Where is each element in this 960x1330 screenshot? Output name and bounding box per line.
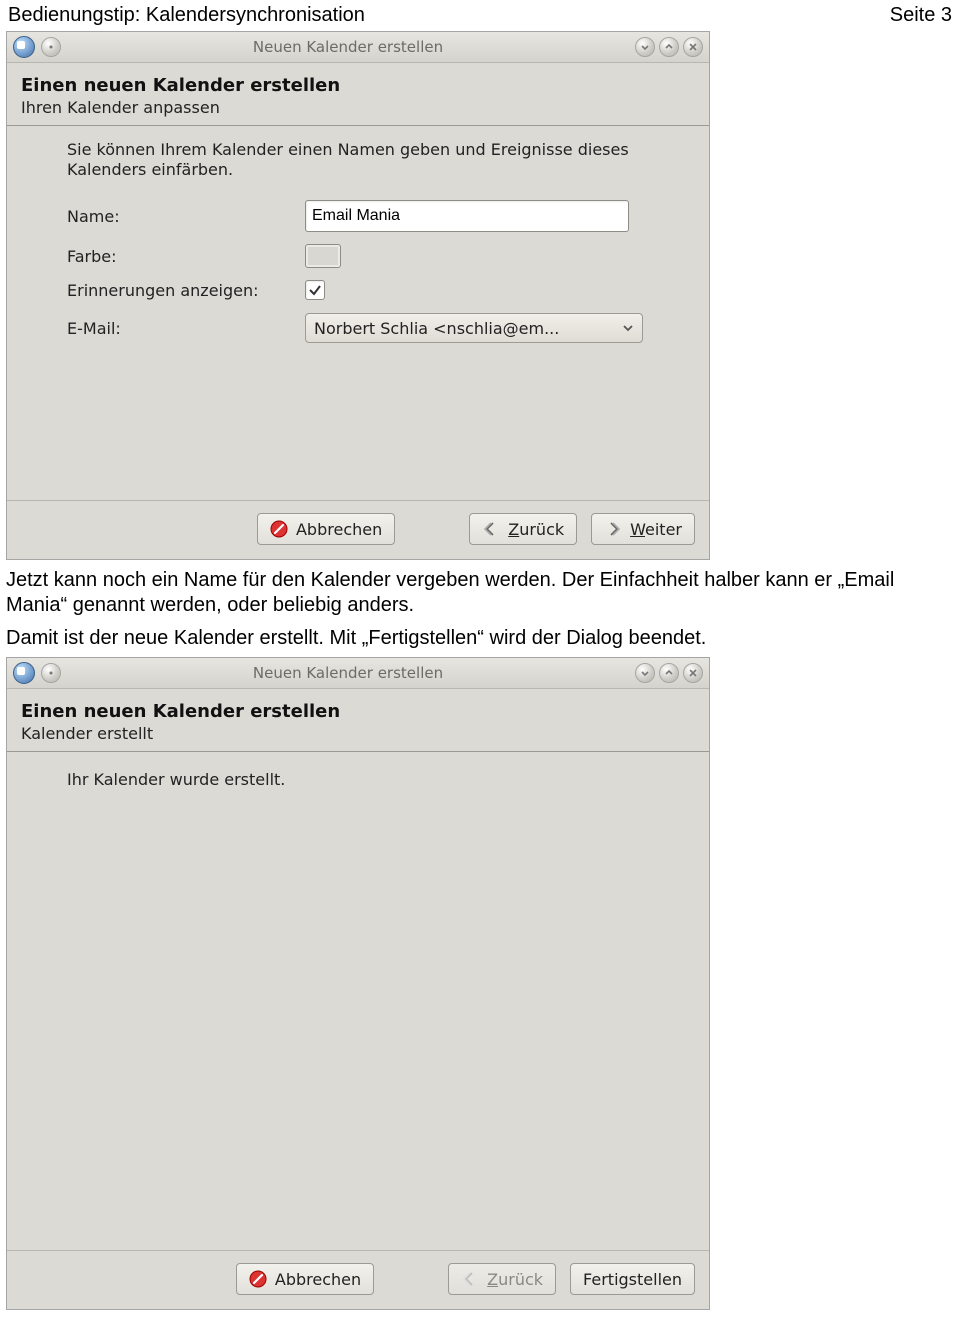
dialog-footer: Abbrechen Zurück Weiter	[7, 500, 709, 559]
dialog-message: Ihr Kalender wurde erstellt.	[67, 770, 709, 790]
calendar-wizard-step-done: Neuen Kalender erstellen Einen neuen Kal…	[6, 657, 710, 1310]
window-menu-icon[interactable]	[41, 37, 61, 57]
back-button[interactable]: Zurück	[469, 513, 577, 545]
titlebar[interactable]: Neuen Kalender erstellen	[7, 32, 709, 63]
thunderbird-icon	[13, 662, 35, 684]
calendar-wizard-step-customize: Neuen Kalender erstellen Einen neuen Kal…	[6, 31, 710, 560]
doc-page: Seite 3	[890, 4, 952, 27]
maximize-icon[interactable]	[659, 663, 679, 683]
close-icon[interactable]	[683, 37, 703, 57]
cancel-icon	[249, 1270, 267, 1288]
email-account-dropdown[interactable]: Norbert Schlia <nschlia@em...	[305, 313, 643, 343]
window-title: Neuen Kalender erstellen	[61, 664, 635, 682]
cancel-button-label: Abbrechen	[275, 1270, 361, 1289]
dialog-heading: Einen neuen Kalender erstellen	[21, 701, 695, 722]
thunderbird-icon	[13, 36, 35, 58]
body-paragraph-1: Jetzt kann noch ein Name für den Kalende…	[6, 568, 954, 618]
doc-title: Bedienungstip: Kalendersynchronisation	[8, 4, 365, 27]
cancel-button[interactable]: Abbrechen	[257, 513, 395, 545]
arrow-right-icon	[604, 520, 622, 538]
label-name: Name:	[67, 194, 305, 238]
window-menu-icon[interactable]	[41, 663, 61, 683]
cancel-button-label: Abbrechen	[296, 520, 382, 539]
back-button-label: Zurück	[508, 520, 564, 539]
next-button[interactable]: Weiter	[591, 513, 695, 545]
label-color: Farbe:	[67, 238, 305, 274]
body-paragraph-2: Damit ist der neue Kalender erstellt. Mi…	[6, 626, 954, 651]
dialog-description: Sie können Ihrem Kalender einen Namen ge…	[67, 140, 709, 180]
maximize-icon[interactable]	[659, 37, 679, 57]
calendar-form: Name: Farbe: Erinnerungen anzeigen:	[67, 194, 651, 349]
dialog-subheading: Ihren Kalender anpassen	[21, 98, 695, 117]
dialog-heading: Einen neuen Kalender erstellen	[21, 75, 695, 96]
arrow-left-icon	[482, 520, 500, 538]
window-title: Neuen Kalender erstellen	[61, 38, 635, 56]
back-button-label: Zurück	[487, 1270, 543, 1289]
dialog-subheading: Kalender erstellt	[21, 724, 695, 743]
minimize-icon[interactable]	[635, 663, 655, 683]
titlebar[interactable]: Neuen Kalender erstellen	[7, 658, 709, 689]
chevron-down-icon	[622, 322, 634, 334]
dialog-footer: Abbrechen Zurück Fertigstellen	[7, 1250, 709, 1309]
calendar-color-picker[interactable]	[305, 244, 341, 268]
cancel-icon	[270, 520, 288, 538]
finish-button-label: Fertigstellen	[583, 1270, 682, 1289]
show-reminders-checkbox[interactable]	[305, 280, 325, 300]
finish-button[interactable]: Fertigstellen	[570, 1263, 695, 1295]
email-account-value: Norbert Schlia <nschlia@em...	[314, 319, 559, 338]
arrow-left-icon	[461, 1270, 479, 1288]
document-header: Bedienungstip: Kalendersynchronisation S…	[6, 4, 954, 31]
calendar-name-input[interactable]	[305, 200, 629, 232]
cancel-button[interactable]: Abbrechen	[236, 1263, 374, 1295]
minimize-icon[interactable]	[635, 37, 655, 57]
close-icon[interactable]	[683, 663, 703, 683]
back-button: Zurück	[448, 1263, 556, 1295]
next-button-label: Weiter	[630, 520, 682, 539]
label-email: E-Mail:	[67, 307, 305, 349]
label-reminders: Erinnerungen anzeigen:	[67, 274, 305, 307]
